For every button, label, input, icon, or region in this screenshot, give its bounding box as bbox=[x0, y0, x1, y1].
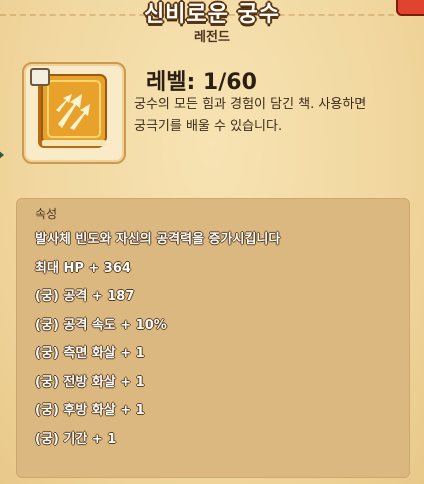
attribute-item: (궁) 후방 화살 + 1 bbox=[35, 403, 145, 418]
attribute-item: (궁) 공격 속도 + 10% bbox=[35, 317, 167, 333]
item-title: 신비로운 궁수 bbox=[143, 2, 281, 27]
level-text: 레벨: 1/60 bbox=[146, 70, 257, 95]
attribute-item: (궁) 전방 화살 + 1 bbox=[35, 374, 145, 390]
rarity-label: 레전드 bbox=[194, 30, 230, 45]
item-description: 궁수의 모든 힘과 경험이 담긴 책. 사용하면 궁극기를 배울 수 있습니다. bbox=[134, 97, 367, 134]
attributes-list: 발사체 빈도와 자신의 공격력을 증가시킵니다 최대 HP + 364 (궁) … bbox=[35, 229, 280, 457]
item-icon-frame bbox=[22, 62, 126, 164]
attribute-item: (궁) 측면 화살 + 1 bbox=[35, 346, 145, 361]
lock-badge-icon bbox=[30, 68, 50, 86]
attribute-item: (궁) 기간 + 1 bbox=[35, 431, 117, 447]
attribute-item: 최대 HP + 364 bbox=[35, 260, 131, 276]
attributes-header: 속성 bbox=[35, 207, 58, 221]
attributes-panel: 속성 발사체 빈도와 자신의 공격력을 증가시킵니다 최대 HP + 364 (… bbox=[16, 198, 410, 478]
close-button[interactable] bbox=[396, 0, 424, 16]
attribute-item: 발사체 빈도와 자신의 공격력을 증가시킵니다 bbox=[35, 232, 281, 247]
attribute-item: (궁) 공격 + 187 bbox=[35, 289, 135, 304]
side-arrow-icon bbox=[0, 150, 4, 160]
